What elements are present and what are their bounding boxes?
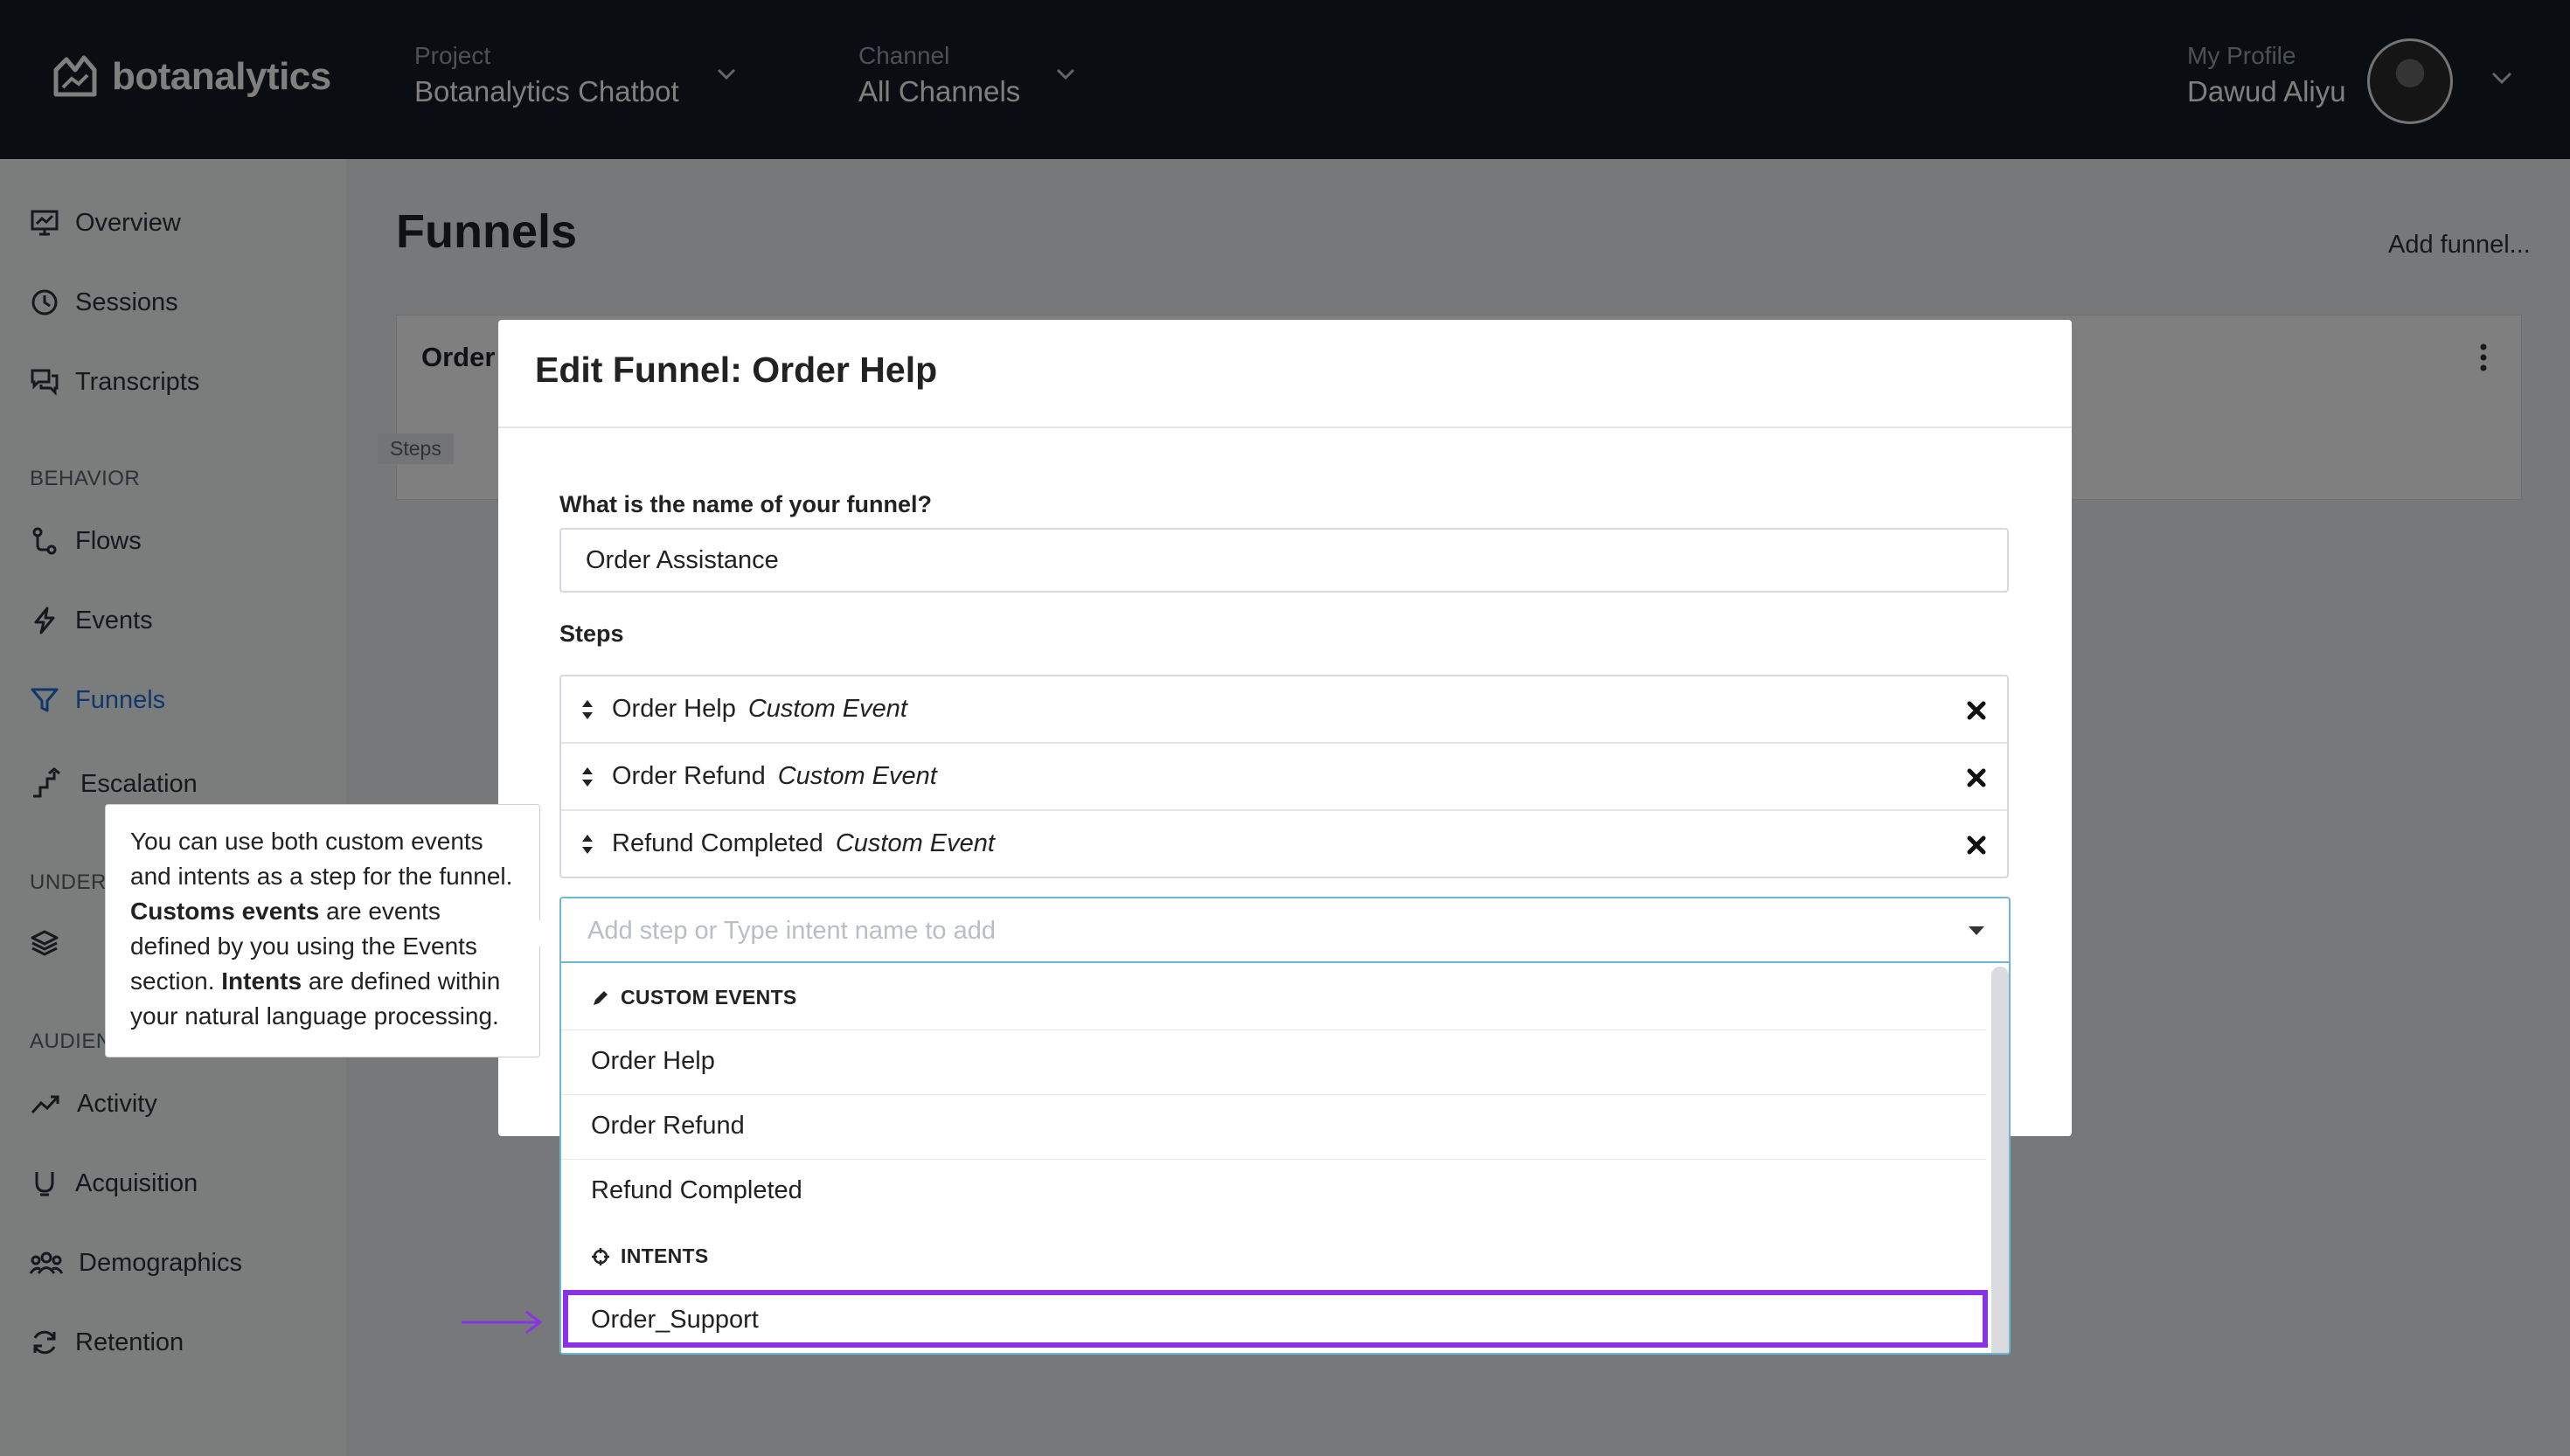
modal-title: Edit Funnel: Order Help bbox=[535, 350, 938, 390]
step-type: Custom Event bbox=[835, 829, 995, 857]
step-type: Custom Event bbox=[747, 695, 907, 723]
option-order-support[interactable]: Order_Support bbox=[563, 1290, 1988, 1348]
crosshair-icon bbox=[592, 1247, 609, 1265]
funnel-name-label: What is the name of your funnel? bbox=[559, 491, 933, 517]
tooltip-bold-intents: Intents bbox=[221, 967, 302, 995]
group-custom-events: CUSTOM EVENTS bbox=[591, 986, 797, 1009]
drag-handle-icon[interactable] bbox=[580, 833, 594, 856]
funnel-name-input[interactable] bbox=[559, 528, 2009, 593]
group-heading: CUSTOM EVENTS bbox=[621, 986, 797, 1009]
step-name: Order Help bbox=[612, 695, 736, 723]
close-icon[interactable] bbox=[1967, 835, 1986, 855]
add-step-menu: CUSTOM EVENTS Order Help Order Refund Re… bbox=[559, 963, 2011, 1355]
option-label: Order_Support bbox=[591, 1306, 759, 1334]
tooltip-bold-custom: Customs events bbox=[130, 898, 320, 925]
step-name: Refund Completed bbox=[612, 829, 823, 857]
step-row[interactable]: Order Help Custom Event bbox=[561, 676, 2007, 744]
divider bbox=[561, 1159, 1986, 1160]
help-tooltip: You can use both custom events and inten… bbox=[105, 804, 540, 1057]
pencil-icon bbox=[594, 990, 608, 1005]
group-intents: INTENTS bbox=[591, 1245, 709, 1268]
caret-down-icon[interactable] bbox=[1969, 926, 1984, 935]
drag-handle-icon[interactable] bbox=[580, 766, 594, 788]
option-order-help[interactable]: Order Help bbox=[591, 1047, 715, 1076]
add-step-placeholder: Add step or Type intent name to add bbox=[587, 917, 997, 945]
close-icon[interactable] bbox=[1967, 768, 1986, 787]
step-name: Order Refund bbox=[612, 762, 766, 790]
step-row[interactable]: Refund Completed Custom Event bbox=[561, 811, 2007, 877]
add-step-select[interactable]: Add step or Type intent name to add bbox=[559, 897, 2011, 963]
modal-header: Edit Funnel: Order Help bbox=[498, 320, 2072, 428]
drag-handle-icon[interactable] bbox=[580, 698, 594, 721]
arrow-right-icon bbox=[462, 1310, 543, 1335]
option-order-refund[interactable]: Order Refund bbox=[591, 1112, 745, 1141]
tooltip-line1: You can use both custom events and inten… bbox=[130, 828, 513, 890]
step-row[interactable]: Order Refund Custom Event bbox=[561, 744, 2007, 811]
scrollbar[interactable] bbox=[1991, 967, 2009, 1353]
steps-label: Steps bbox=[559, 621, 624, 647]
step-type: Custom Event bbox=[777, 762, 937, 790]
steps-list: Order Help Custom Event Order Refund Cus… bbox=[559, 675, 2009, 878]
divider bbox=[561, 1094, 1986, 1095]
close-icon[interactable] bbox=[1967, 701, 1986, 720]
tooltip-arrow bbox=[538, 919, 552, 947]
group-heading: INTENTS bbox=[621, 1245, 709, 1267]
option-refund-completed[interactable]: Refund Completed bbox=[591, 1176, 802, 1205]
